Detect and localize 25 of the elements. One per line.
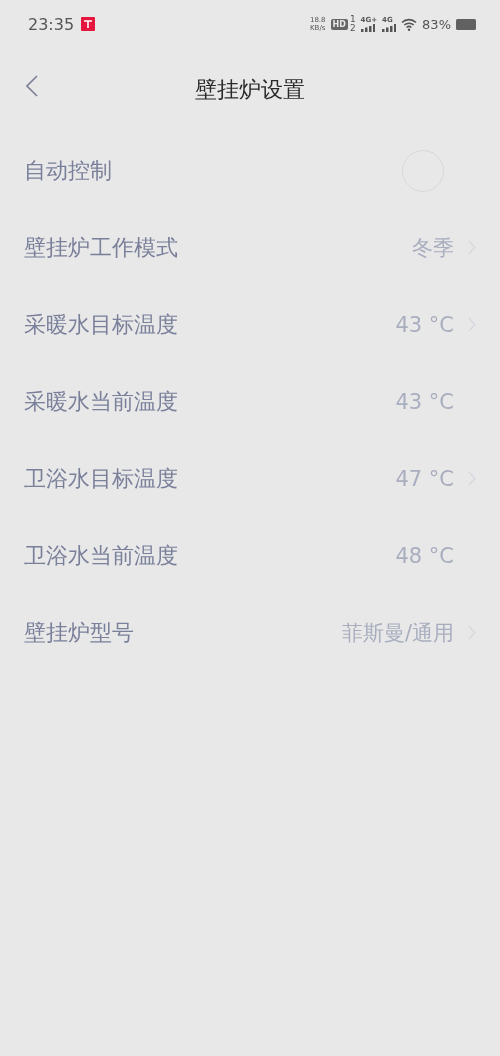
setting-label: 卫浴水当前温度 bbox=[24, 541, 178, 570]
setting-label: 自动控制 bbox=[24, 156, 112, 185]
setting-value[interactable]: 43 °C bbox=[395, 312, 454, 337]
setting-value[interactable]: 菲斯曼/通用 bbox=[341, 618, 454, 647]
setting-label: 壁挂炉型号 bbox=[24, 618, 134, 647]
page-title: 壁挂炉设置 bbox=[195, 76, 305, 104]
setting-value[interactable]: 冬季 bbox=[412, 233, 454, 262]
setting-label: 采暖水当前温度 bbox=[24, 387, 178, 416]
sim-slot-number: 1 bbox=[349, 15, 356, 24]
back-icon[interactable] bbox=[26, 75, 38, 97]
sim-slot-number: 2 bbox=[349, 24, 356, 33]
battery-percent: 83% bbox=[422, 16, 451, 32]
battery-icon bbox=[456, 18, 476, 30]
clock: 23:35 bbox=[28, 14, 75, 34]
setting-value: 43 °C bbox=[395, 389, 454, 414]
setting-value[interactable]: 47 °C bbox=[395, 466, 454, 491]
signal-icon bbox=[360, 24, 375, 32]
app-notification-icon bbox=[81, 17, 96, 31]
signal-icon bbox=[382, 24, 397, 32]
setting-label: 采暖水目标温度 bbox=[24, 310, 178, 339]
setting-label: 壁挂炉工作模式 bbox=[24, 233, 178, 262]
setting-label: 卫浴水目标温度 bbox=[24, 464, 178, 493]
hd-badge: HD bbox=[330, 18, 348, 30]
wifi-icon bbox=[401, 17, 418, 31]
setting-value: 48 °C bbox=[395, 543, 454, 568]
